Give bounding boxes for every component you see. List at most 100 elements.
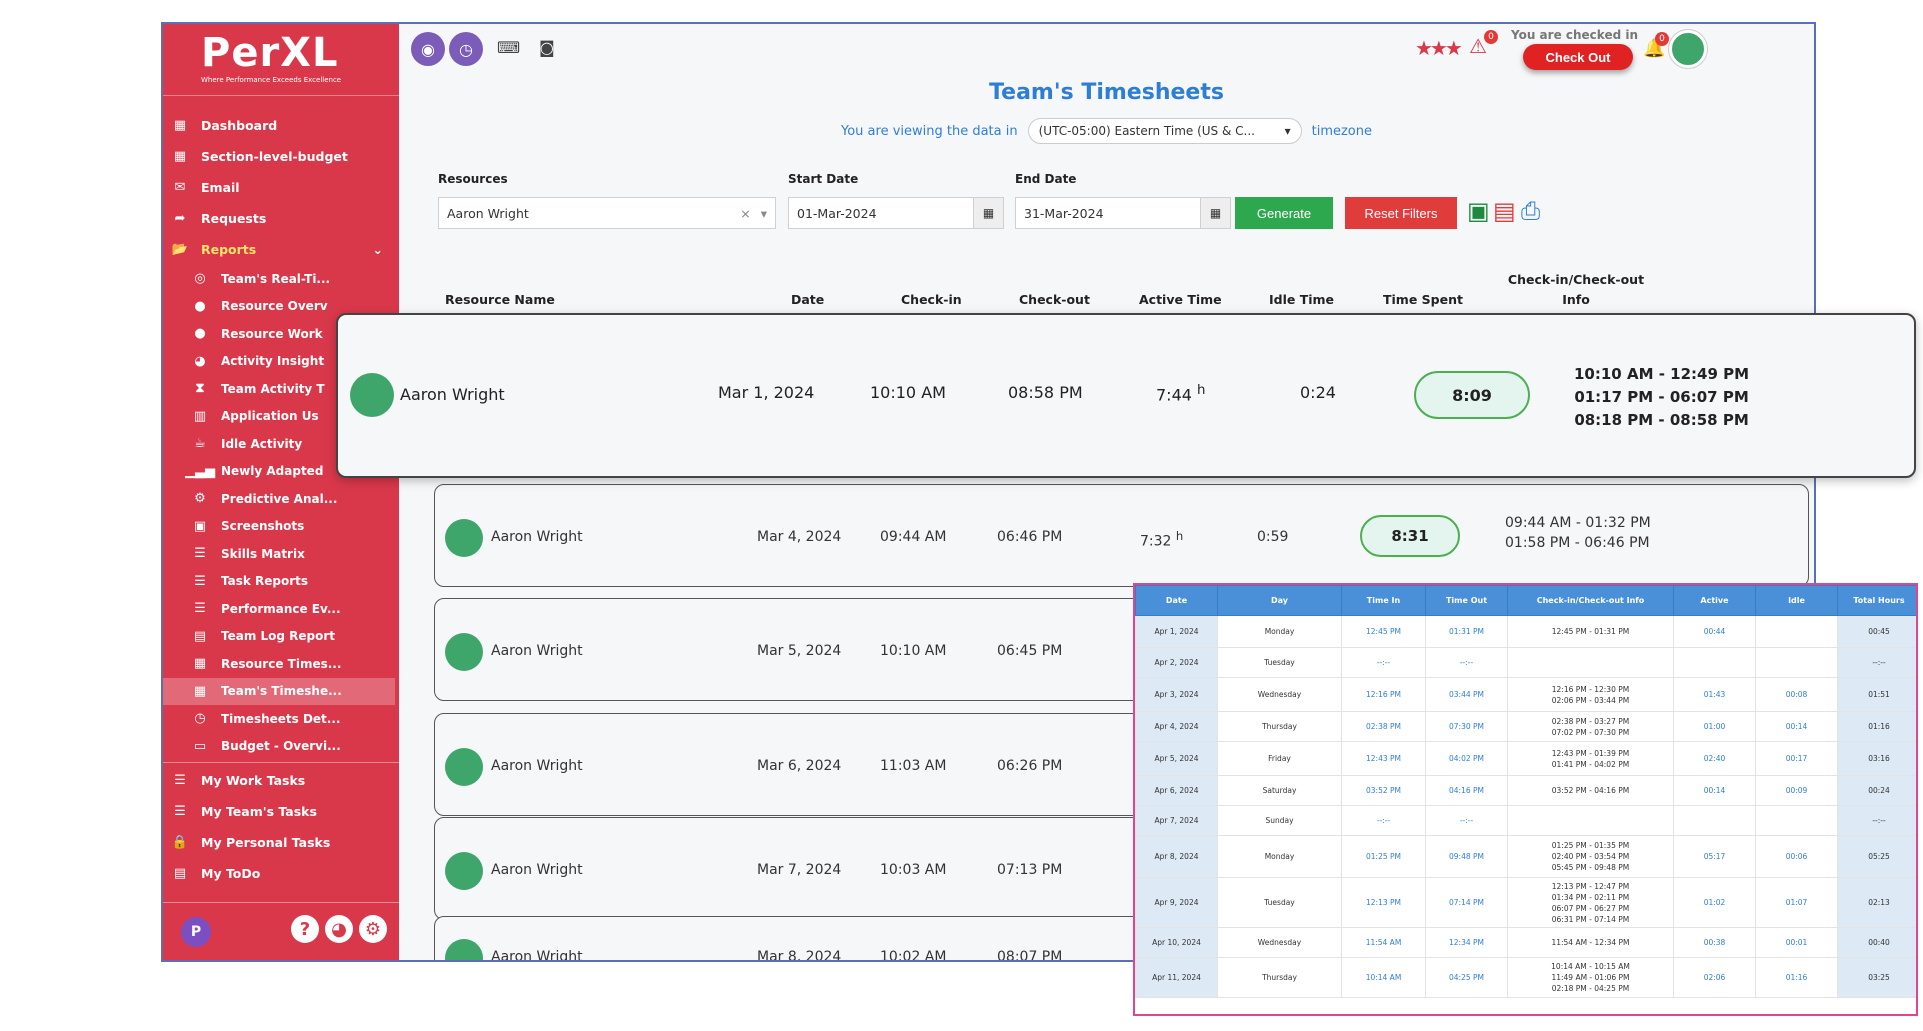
settings-icon[interactable]: ⚙	[359, 915, 387, 943]
sidebar-sub-item[interactable]: ▭ Budget - Overvi...	[163, 733, 399, 761]
sidebar-item-my-todo[interactable]: ▤ My ToDo	[163, 858, 399, 889]
timezone-select[interactable]: (UTC-05:00) Eastern Time (US & C... ▾	[1027, 118, 1302, 144]
footer-icons: ? ◕ ⚙	[291, 915, 387, 943]
avatar[interactable]: P	[181, 917, 211, 947]
sidebar-sub-item[interactable]: ☰ Skills Matrix	[163, 540, 399, 568]
detail-cell-tout: 09:48 PM	[1425, 835, 1508, 878]
sidebar-sub-item[interactable]: ☰ Task Reports	[163, 568, 399, 596]
detail-cell-date: Apr 11, 2024	[1135, 957, 1218, 998]
featured-table-row[interactable]: Aaron Wright Mar 1, 2024 10:10 AM 08:58 …	[336, 313, 1916, 478]
grid-icon: ▦	[173, 118, 187, 133]
sidebar-item-section-level-budget[interactable]: ▦ Section-level-budget	[163, 141, 399, 172]
print-icon[interactable]: ⎙	[1521, 197, 1540, 225]
resources-select[interactable]: Aaron Wright × ▾	[438, 197, 776, 229]
info-line: 03:52 PM - 04:16 PM	[1551, 786, 1630, 795]
detail-cell-day: Wednesday	[1217, 677, 1342, 712]
col-idle: Idle	[1755, 585, 1838, 616]
detail-cell-info	[1507, 647, 1674, 678]
detail-cell-tin: 11:54 AM	[1341, 927, 1426, 958]
detail-cell-day: Monday	[1217, 615, 1342, 648]
clock-icon[interactable]: ◷	[449, 32, 483, 66]
keyboard-icon[interactable]: ⌨	[497, 38, 520, 57]
detail-cell-date: Apr 2, 2024	[1135, 647, 1218, 678]
sidebar-sub-item[interactable]: ☰ Performance Ev...	[163, 595, 399, 623]
info-line: 05:45 PM - 09:48 PM	[1551, 863, 1630, 872]
checked-in-status: You are checked in	[1511, 28, 1639, 42]
detail-cell-info: 12:16 PM - 12:30 PM 02:06 PM - 03:44 PM	[1507, 677, 1674, 712]
detail-cell-total: 02:13	[1837, 877, 1916, 928]
detail-cell-info: 03:52 PM - 04:16 PM	[1507, 775, 1674, 806]
sidebar-item-reports[interactable]: 📂 Reports ⌄	[163, 234, 399, 265]
detail-cell-info: 01:25 PM - 01:35 PM 02:40 PM - 03:54 PM 05…	[1507, 835, 1674, 878]
detail-cell-tout: 07:14 PM	[1425, 877, 1508, 928]
info-line: 01:34 PM - 02:11 PM	[1551, 892, 1630, 902]
sidebar-sub-item[interactable]: ▣ Screenshots	[163, 513, 399, 541]
user-avatar[interactable]	[1669, 30, 1707, 68]
info-line: 06:07 PM - 06:27 PM	[1551, 903, 1630, 913]
detail-cell-tout: 12:34 PM	[1425, 927, 1508, 958]
detail-row: Apr 9, 2024 Tuesday 12:13 PM 07:14 PM 12:13 …	[1135, 877, 1916, 928]
sidebar-sub-item[interactable]: ◷ Timesheets Det...	[163, 705, 399, 733]
detail-cell-tin: 12:13 PM	[1341, 877, 1426, 928]
todo-icon: ▤	[173, 866, 187, 881]
start-date-input[interactable]: 01-Mar-2024 ▦	[788, 197, 1004, 229]
help-icon[interactable]: ?	[291, 915, 319, 943]
detail-cell-day: Tuesday	[1217, 877, 1342, 928]
table-row[interactable]: Aaron Wright Mar 4, 2024 09:44 AM 06:46 …	[434, 484, 1809, 587]
camera-icon[interactable]: ◙	[539, 38, 555, 57]
col-time-in: Time In	[1341, 585, 1426, 616]
detail-cell-tin: 12:43 PM	[1341, 741, 1426, 776]
detail-row: Apr 11, 2024 Thursday 10:14 AM 04:25 PM 10:1…	[1135, 957, 1916, 998]
sidebar-sub-item[interactable]: ⚙ Predictive Anal...	[163, 485, 399, 513]
pdf-icon[interactable]: ▤	[1493, 197, 1516, 225]
info-line: 02:40 PM - 03:54 PM	[1551, 852, 1630, 861]
calendar-icon[interactable]: ▦	[1200, 198, 1230, 228]
detail-row: Apr 2, 2024 Tuesday --:-- --:-- --:--	[1135, 647, 1916, 678]
calendar-icon[interactable]: ▦	[973, 198, 1003, 228]
sidebar-sub-item[interactable]: ◎ Team's Real-Ti...	[163, 265, 399, 293]
info-line: 10:14 AM - 10:15 AM	[1551, 962, 1630, 971]
detail-row: Apr 10, 2024 Wednesday 11:54 AM 12:34 PM 11:…	[1135, 927, 1916, 958]
end-date-input[interactable]: 31-Mar-2024 ▦	[1015, 197, 1231, 229]
sidebar-sub-item[interactable]: ▤ Team Log Report	[163, 623, 399, 651]
detail-cell-date: Apr 1, 2024	[1135, 615, 1218, 648]
row-check-in: 10:10 AM	[870, 383, 946, 402]
detail-row: Apr 3, 2024 Wednesday 12:16 PM 03:44 PM 12:1…	[1135, 677, 1916, 712]
info-line: 01:25 PM - 01:35 PM	[1551, 841, 1630, 850]
check-out-button[interactable]: Check Out	[1523, 44, 1633, 70]
excel-icon[interactable]: ▣	[1467, 197, 1490, 225]
col-idle-time: Idle Time	[1269, 292, 1335, 307]
avatar	[445, 852, 483, 890]
detail-cell-info: 12:45 PM - 01:31 PM	[1507, 615, 1674, 648]
detail-cell-day: Thursday	[1217, 711, 1342, 742]
detail-cell-total: 05:25	[1837, 835, 1916, 878]
info-line: 12:45 PM - 01:31 PM	[1551, 627, 1630, 636]
pie-chart-icon[interactable]: ◕	[325, 915, 353, 943]
sidebar-item-my-work-tasks[interactable]: ☰ My Work Tasks	[163, 765, 399, 796]
detail-cell-total: 00:24	[1837, 775, 1916, 806]
sidebar-item-my-personal-tasks[interactable]: 🔒 My Personal Tasks	[163, 827, 399, 858]
sidebar-item-email[interactable]: ✉ Email	[163, 172, 399, 203]
info-line: 02:38 PM - 03:27 PM	[1551, 716, 1630, 726]
generate-button[interactable]: Generate	[1235, 197, 1333, 229]
detail-cell-info: 10:14 AM - 10:15 AM 11:49 AM - 01:06 PM 02…	[1507, 957, 1674, 998]
detail-row: Apr 5, 2024 Friday 12:43 PM 04:02 PM 12:43 P…	[1135, 741, 1916, 776]
eye-icon[interactable]: ◉	[411, 32, 445, 66]
sidebar-sub-item[interactable]: ▦ Resource Times...	[163, 650, 399, 678]
stars-icon[interactable]: ★★★	[1415, 36, 1463, 60]
detail-cell-date: Apr 10, 2024	[1135, 927, 1218, 958]
sidebar-sub-item-selected[interactable]: ▦ Team's Timeshe...	[163, 677, 395, 705]
sidebar-item-dashboard[interactable]: ▦ Dashboard	[163, 110, 399, 141]
calendar-check-icon: ▦	[193, 683, 207, 699]
detail-cell-active: 01:00	[1673, 711, 1756, 742]
clear-icon[interactable]: ×	[740, 206, 750, 221]
sidebar-item-my-team-tasks[interactable]: ☰ My Team's Tasks	[163, 796, 399, 827]
brand-logo[interactable]: PerXL Where Performance Exceeds Excellen…	[163, 24, 399, 96]
avatar	[445, 633, 483, 671]
detail-cell-idle: 00:14	[1755, 711, 1838, 742]
reset-filters-button[interactable]: Reset Filters	[1345, 197, 1457, 229]
detail-cell-active: 00:14	[1673, 775, 1756, 806]
tasks-icon: ☰	[174, 804, 186, 819]
info-line: 12:43 PM - 01:39 PM	[1551, 748, 1630, 758]
sidebar-item-requests[interactable]: ➦ Requests	[163, 203, 399, 234]
